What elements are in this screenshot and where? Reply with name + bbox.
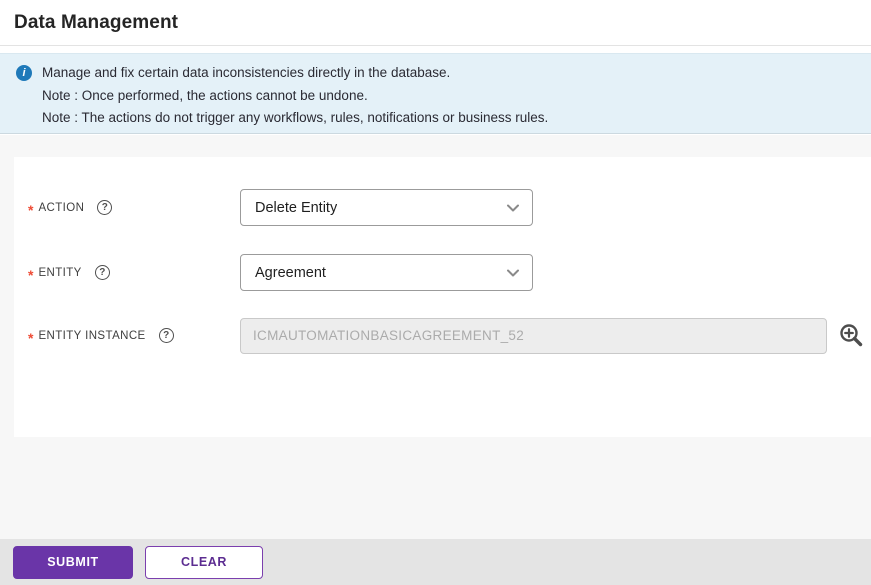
info-icon: i: [16, 65, 32, 81]
data-management-page: Data Management i Manage and fix certain…: [0, 0, 871, 585]
action-select-value: Delete Entity: [255, 199, 338, 216]
required-marker: *: [28, 266, 34, 283]
clear-button[interactable]: CLEAR: [145, 545, 263, 579]
required-marker: *: [28, 201, 34, 218]
page-title: Data Management: [14, 11, 179, 33]
banner-line: Note : Once performed, the actions canno…: [42, 87, 368, 103]
entity-label: ENTITY: [38, 266, 82, 279]
entity-select[interactable]: Agreement: [240, 254, 533, 291]
entity-field-row: * ENTITY ? Agreement: [28, 254, 853, 291]
required-marker: *: [28, 329, 34, 346]
zoom-in-lookup-icon[interactable]: [838, 322, 865, 349]
entity-select-value: Agreement: [255, 264, 326, 281]
entity-instance-field-row: * ENTITY INSTANCE ?: [28, 317, 863, 354]
entity-instance-label: ENTITY INSTANCE: [38, 329, 146, 342]
help-icon[interactable]: ?: [97, 200, 113, 215]
banner-line: Manage and fix certain data inconsistenc…: [42, 65, 451, 80]
chevron-down-icon: [507, 204, 519, 211]
entity-instance-label-cell: * ENTITY INSTANCE ?: [28, 328, 240, 346]
action-select[interactable]: Delete Entity: [240, 189, 533, 226]
action-label: ACTION: [38, 201, 85, 214]
banner-line: Note : The actions do not trigger any wo…: [42, 110, 549, 125]
help-icon[interactable]: ?: [94, 265, 110, 280]
entity-instance-input[interactable]: [240, 317, 827, 354]
page-header: Data Management: [0, 0, 871, 46]
entity-label-cell: * ENTITY ?: [28, 265, 240, 283]
help-icon[interactable]: ?: [158, 328, 174, 343]
form-card: * ACTION ? Delete Entity * ENTITY ? Agre…: [14, 157, 871, 437]
action-field-row: * ACTION ? Delete Entity: [28, 189, 853, 226]
action-label-cell: * ACTION ?: [28, 200, 240, 218]
chevron-down-icon: [507, 269, 519, 276]
footer-action-bar: SUBMIT CLEAR: [0, 539, 871, 585]
info-banner: i Manage and fix certain data inconsiste…: [0, 53, 871, 134]
submit-button[interactable]: SUBMIT: [13, 545, 133, 579]
